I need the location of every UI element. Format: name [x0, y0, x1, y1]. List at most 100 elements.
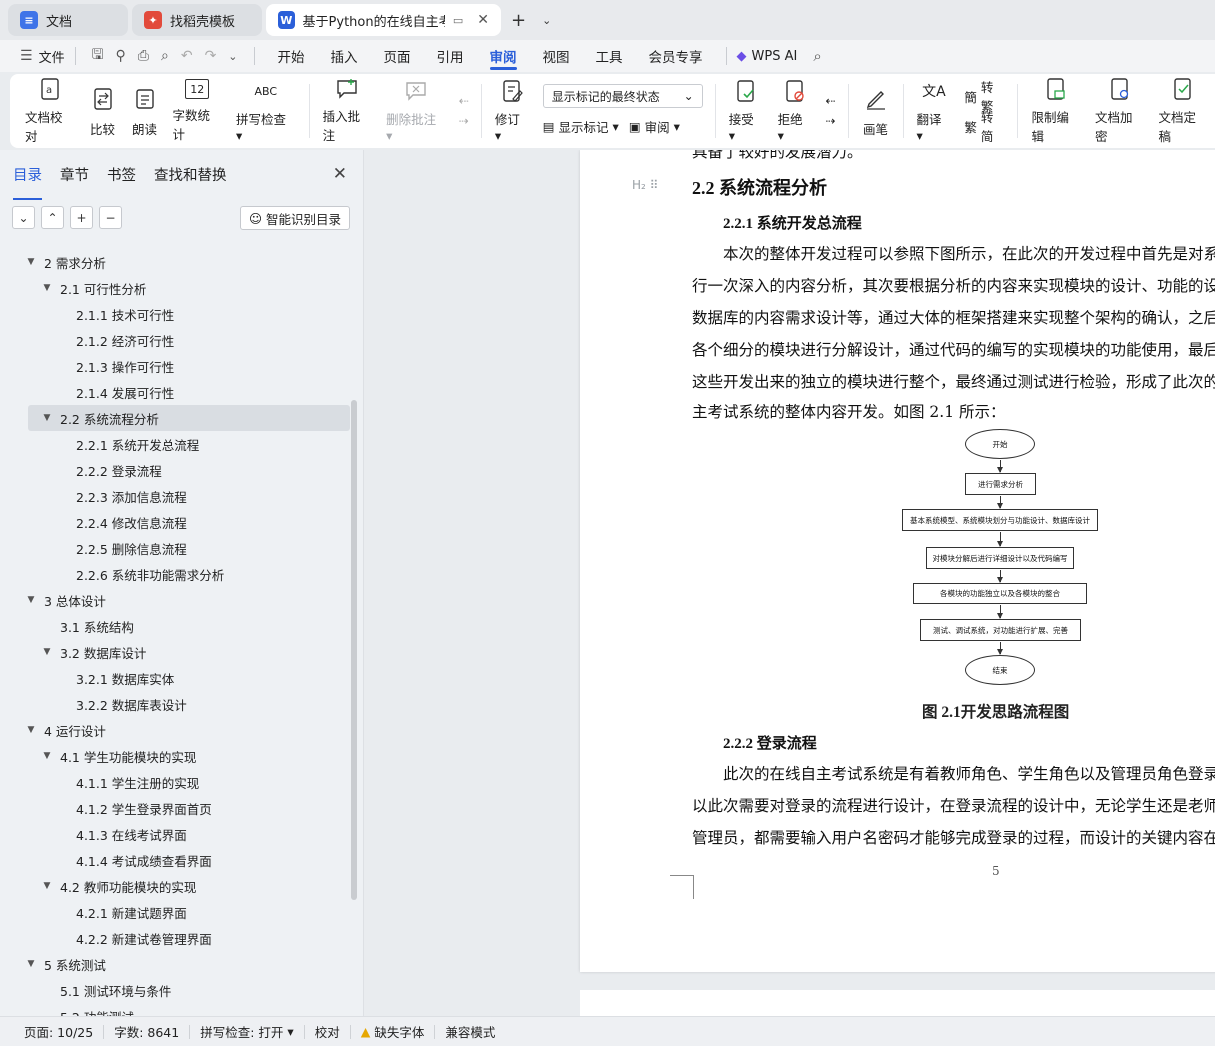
menu-page[interactable]: 页面: [371, 40, 424, 72]
toc-item[interactable]: ▼ 2.1 可行性分析: [0, 275, 352, 301]
collapse-icon[interactable]: ⌄: [12, 206, 35, 229]
to-simplified-button[interactable]: 繁转简: [964, 110, 1005, 144]
menu-tools[interactable]: 工具: [583, 40, 636, 72]
toc-item[interactable]: 2.2.4 修改信息流程: [0, 509, 352, 535]
chevron-down-icon[interactable]: ▼: [24, 959, 38, 969]
search-icon[interactable]: ⌕: [807, 47, 827, 65]
hamburger-icon[interactable]: ☰: [14, 48, 39, 64]
menu-view[interactable]: 视图: [530, 40, 583, 72]
tab-chapters[interactable]: 章节: [60, 164, 89, 194]
toc-item[interactable]: 4.1.3 在线考试界面: [0, 821, 352, 847]
page-indicator[interactable]: 页面: 10/25: [14, 1022, 103, 1041]
menu-start[interactable]: 开始: [265, 40, 318, 72]
reject-button[interactable]: 拒绝 ▾: [771, 79, 820, 143]
wps-ai-button[interactable]: ◆ WPS AI: [737, 49, 798, 64]
finalize-button[interactable]: 文档定稿: [1151, 78, 1215, 144]
toc-item[interactable]: 5.1 测试环境与条件: [0, 977, 352, 1003]
expand-icon[interactable]: ⌃: [41, 206, 64, 229]
tab-bookmarks[interactable]: 书签: [107, 164, 136, 194]
redo-icon[interactable]: ↷: [199, 48, 223, 64]
draw-button[interactable]: 画笔: [855, 79, 897, 143]
chevron-down-icon[interactable]: ▼: [40, 413, 54, 423]
toc-item[interactable]: 4.1.2 学生登录界面首页: [0, 795, 352, 821]
toc-item[interactable]: ▼ 3.2 数据库设计: [0, 639, 352, 665]
toc-item[interactable]: 4.2.2 新建试卷管理界面: [0, 925, 352, 951]
tab-document[interactable]: W 基于Python的在线自主考试系 ▭ ✕: [266, 4, 501, 36]
tab-docs[interactable]: ≡ 文档: [8, 4, 128, 36]
chevron-down-icon[interactable]: ⌄: [222, 50, 243, 63]
encrypt-button[interactable]: 文档加密: [1088, 78, 1152, 144]
print-icon[interactable]: ⎙: [132, 48, 155, 64]
toc-item[interactable]: 2.2.1 系统开发总流程: [0, 431, 352, 457]
toc-item[interactable]: ▼ 2.2 系统流程分析: [28, 405, 350, 431]
read-aloud-button[interactable]: 朗读: [124, 79, 166, 143]
remove-icon[interactable]: −: [99, 206, 122, 229]
toc-item[interactable]: 3.2.1 数据库实体: [0, 665, 352, 691]
toc-item[interactable]: ▼ 4.1 学生功能模块的实现: [0, 743, 352, 769]
chevron-down-icon[interactable]: ▼: [24, 725, 38, 735]
tab-find-replace[interactable]: 查找和替换: [154, 164, 227, 194]
translate-button[interactable]: 文A 翻译 ▾: [910, 79, 959, 143]
prev-comment-icon[interactable]: ⇠: [459, 94, 469, 108]
share-icon[interactable]: ⚲: [110, 48, 132, 64]
markup-state-select[interactable]: 显示标记的最终状态 ⌄: [542, 84, 703, 108]
menu-reference[interactable]: 引用: [424, 40, 477, 72]
to-traditional-button[interactable]: 簡转繁: [964, 80, 1005, 114]
undo-icon[interactable]: ↶: [175, 48, 199, 64]
tab-docer[interactable]: ✦ 找稻壳模板: [132, 4, 262, 36]
show-markup-button[interactable]: ▤ 显示标记 ▾: [543, 114, 619, 138]
compare-button[interactable]: 比较: [82, 79, 124, 143]
chevron-down-icon[interactable]: ⌄: [536, 14, 557, 27]
chevron-down-icon[interactable]: ▼: [40, 647, 54, 657]
spell-check-toggle[interactable]: 拼写检查: 打开 ▾: [190, 1022, 303, 1041]
add-icon[interactable]: +: [70, 206, 93, 229]
new-tab-icon[interactable]: +: [505, 10, 532, 31]
review-pane-button[interactable]: ▣ 审阅 ▾: [629, 114, 680, 138]
toc-item[interactable]: 2.2.5 删除信息流程: [0, 535, 352, 561]
toc-item[interactable]: 4.1.1 学生注册的实现: [0, 769, 352, 795]
toc-item[interactable]: ▼ 3 总体设计: [0, 587, 352, 613]
doc-check-button[interactable]: a 文档校对: [18, 78, 82, 144]
delete-comment-button[interactable]: 删除批注 ▾: [379, 79, 453, 143]
chevron-down-icon[interactable]: ▼: [40, 881, 54, 891]
toc-item[interactable]: ▼ 4.2 教师功能模块的实现: [0, 873, 352, 899]
close-icon[interactable]: ✕: [333, 164, 347, 184]
chevron-down-icon[interactable]: ▼: [40, 751, 54, 761]
restrict-edit-button[interactable]: 限制编辑: [1024, 78, 1088, 144]
next-comment-icon[interactable]: ⇢: [459, 114, 469, 128]
revise-button[interactable]: 修订 ▾: [488, 79, 537, 143]
toc-item[interactable]: 3.2.2 数据库表设计: [0, 691, 352, 717]
prev-change-icon[interactable]: ⇠: [825, 94, 835, 108]
toc-item[interactable]: 2.1.1 技术可行性: [0, 301, 352, 327]
word-count-indicator[interactable]: 字数: 8641: [104, 1022, 189, 1041]
chevron-down-icon[interactable]: ▼: [40, 283, 54, 293]
toc-item[interactable]: 2.1.3 操作可行性: [0, 353, 352, 379]
chevron-down-icon[interactable]: ▼: [24, 595, 38, 605]
toc-item[interactable]: 4.1.4 考试成绩查看界面: [0, 847, 352, 873]
proof-button[interactable]: 校对: [305, 1022, 350, 1041]
toc-item[interactable]: 2.1.4 发展可行性: [0, 379, 352, 405]
toc-item[interactable]: ▼ 5 系统测试: [0, 951, 352, 977]
close-icon[interactable]: ✕: [477, 12, 489, 28]
toc-item[interactable]: 4.2.1 新建试题界面: [0, 899, 352, 925]
menu-member[interactable]: 会员专享: [636, 40, 716, 72]
toc-item[interactable]: 2.2.6 系统非功能需求分析: [0, 561, 352, 587]
monitor-icon[interactable]: ▭: [453, 14, 463, 27]
word-count-button[interactable]: 12 字数统计: [166, 79, 230, 143]
toc-item[interactable]: 5.2 功能测试: [0, 1003, 352, 1017]
toc-item[interactable]: ▼ 4 运行设计: [0, 717, 352, 743]
accept-button[interactable]: 接受 ▾: [722, 79, 771, 143]
toc-item[interactable]: ▼ 2 需求分析: [0, 249, 352, 275]
heading-marker[interactable]: H₂ ⠿: [632, 178, 658, 192]
missing-font-button[interactable]: ▲ 缺失字体: [351, 1022, 435, 1041]
print-preview-icon[interactable]: ⌕: [155, 48, 175, 64]
file-menu[interactable]: 文件: [39, 47, 65, 66]
menu-insert[interactable]: 插入: [318, 40, 371, 72]
scrollbar[interactable]: [351, 400, 357, 900]
toc-item[interactable]: 3.1 系统结构: [0, 613, 352, 639]
insert-comment-button[interactable]: 插入批注: [316, 79, 380, 143]
toc-item[interactable]: 2.2.3 添加信息流程: [0, 483, 352, 509]
menu-review[interactable]: 审阅: [477, 40, 530, 72]
toc-item[interactable]: 2.2.2 登录流程: [0, 457, 352, 483]
save-icon[interactable]: 🖫: [86, 44, 110, 68]
